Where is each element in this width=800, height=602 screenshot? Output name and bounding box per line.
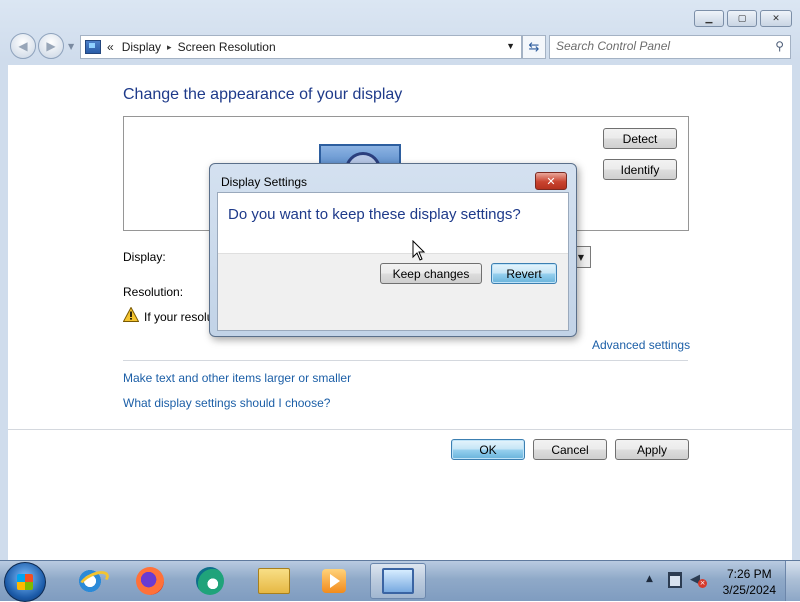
text-size-link[interactable]: Make text and other items larger or smal… — [123, 371, 351, 385]
breadcrumb-screen-resolution[interactable]: Screen Resolution — [178, 40, 276, 54]
taskbar-display-settings[interactable] — [370, 563, 426, 599]
minimize-button[interactable]: ▁ — [694, 10, 724, 27]
dialog-body: Do you want to keep these display settin… — [217, 192, 569, 331]
file-explorer-icon — [258, 568, 290, 594]
dialog-close-button[interactable]: ✕ — [535, 172, 567, 190]
taskbar-media-player[interactable] — [306, 563, 362, 599]
clock-time: 7:26 PM — [726, 567, 772, 581]
breadcrumb-separator[interactable]: ▸ — [167, 42, 172, 53]
address-bar[interactable]: « Display ▸ Screen Resolution ▼ — [80, 35, 522, 59]
start-button[interactable] — [4, 562, 46, 602]
address-dropdown-icon[interactable]: ▼ — [506, 41, 515, 51]
recent-pages-dropdown[interactable]: ▼ — [68, 42, 74, 51]
show-hidden-icons-icon[interactable]: ▲ — [646, 574, 653, 584]
warning-text: If your resolu — [144, 310, 214, 324]
search-icon[interactable]: ⚲ — [775, 39, 784, 53]
close-button[interactable]: ✕ — [760, 10, 792, 27]
navigation-bar: ◀ ▶ ▼ « Display ▸ Screen Resolution ▼ ⇆ … — [8, 33, 792, 59]
taskbar-firefox[interactable] — [122, 563, 178, 599]
resolution-label: Resolution: — [123, 285, 184, 299]
mute-indicator-icon: × — [698, 579, 707, 588]
keep-changes-button[interactable]: Keep changes — [380, 263, 482, 284]
ok-button[interactable]: OK — [451, 439, 525, 460]
clock-date: 3/25/2024 — [722, 583, 776, 597]
forward-arrow-icon: ▶ — [46, 39, 56, 53]
display-settings-icon — [382, 568, 414, 594]
search-box[interactable]: ⚲ — [549, 35, 791, 59]
search-input[interactable] — [550, 36, 762, 56]
display-settings-dialog: Display Settings ✕ Do you want to keep t… — [209, 163, 577, 337]
advanced-settings-link[interactable]: Advanced settings — [592, 338, 690, 352]
close-icon: ✕ — [772, 13, 780, 24]
system-tray: ▲ ◀ × 7:26 PM 3/25/2024 — [630, 561, 800, 601]
detect-button[interactable]: Detect — [603, 128, 677, 149]
identify-button[interactable]: Identify — [603, 159, 677, 180]
minimize-icon: ▁ — [705, 13, 713, 24]
taskbar-internet-explorer[interactable] — [62, 563, 118, 599]
close-icon: ✕ — [546, 174, 556, 188]
dialog-bottom-area — [218, 295, 568, 330]
back-arrow-icon: ◀ — [18, 39, 28, 53]
refresh-icon: ⇆ — [528, 39, 540, 55]
warning-icon — [123, 307, 139, 322]
display-label: Display: — [123, 250, 166, 264]
address-chevron[interactable]: « — [107, 40, 114, 54]
breadcrumb-display[interactable]: Display — [122, 40, 161, 54]
network-icon[interactable] — [668, 572, 682, 588]
footer-divider — [8, 429, 792, 430]
page-title: Change the appearance of your display — [123, 86, 403, 103]
divider — [123, 360, 688, 361]
back-button[interactable]: ◀ — [10, 33, 36, 59]
clock[interactable]: 7:26 PM 3/25/2024 — [723, 566, 776, 598]
display-help-link[interactable]: What display settings should I choose? — [123, 396, 330, 410]
mouse-cursor-icon — [412, 240, 426, 261]
edge-icon — [196, 567, 224, 595]
cancel-button[interactable]: Cancel — [533, 439, 607, 460]
apply-button[interactable]: Apply — [615, 439, 689, 460]
taskbar: ▲ ◀ × 7:26 PM 3/25/2024 — [0, 560, 800, 602]
maximize-icon: ▢ — [737, 13, 747, 24]
media-player-icon — [322, 569, 346, 593]
taskbar-file-explorer[interactable] — [246, 563, 302, 599]
internet-explorer-icon — [76, 566, 112, 596]
caption-buttons: ▁ ▢ ✕ — [694, 10, 792, 27]
control-panel-icon — [85, 40, 101, 54]
revert-button[interactable]: Revert — [491, 263, 557, 284]
firefox-icon — [136, 567, 164, 595]
dialog-title: Display Settings — [221, 175, 308, 189]
maximize-button[interactable]: ▢ — [727, 10, 757, 27]
forward-button[interactable]: ▶ — [38, 33, 64, 59]
show-desktop-button[interactable] — [785, 561, 800, 601]
dialog-button-bar: Keep changes Revert — [218, 253, 568, 296]
taskbar-edge[interactable] — [182, 563, 238, 599]
dialog-question: Do you want to keep these display settin… — [228, 206, 521, 223]
refresh-button[interactable]: ⇆ — [522, 35, 546, 59]
